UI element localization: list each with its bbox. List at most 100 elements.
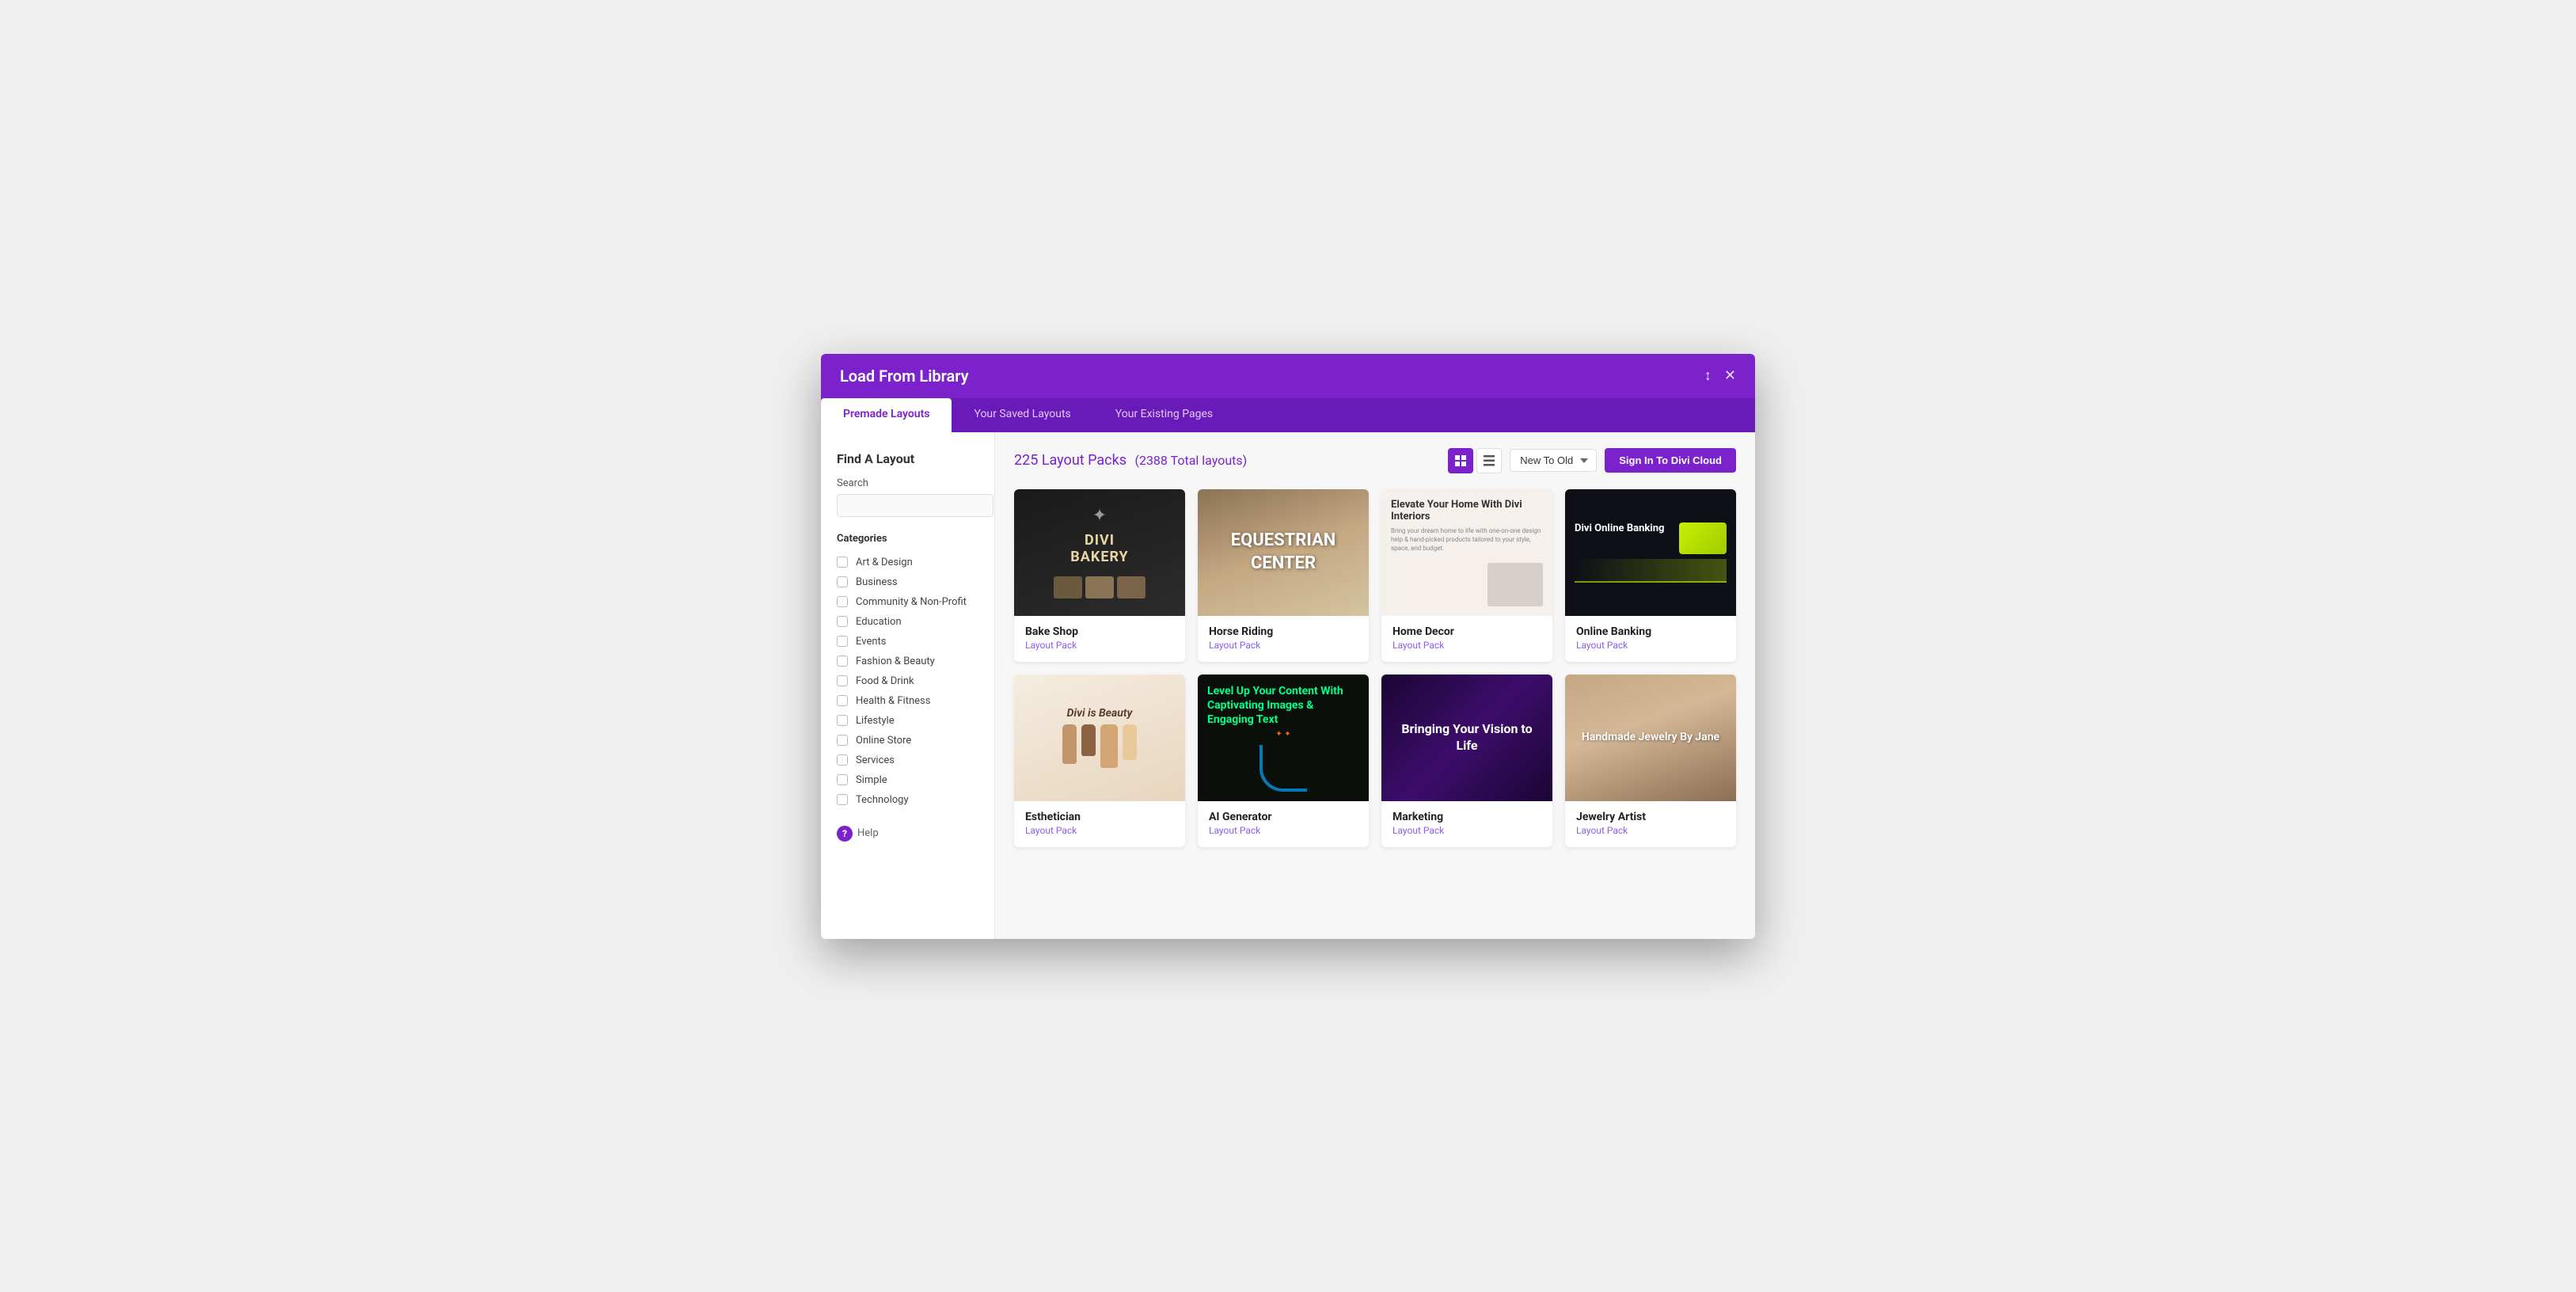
card-info-marketing: Marketing Layout Pack (1381, 801, 1552, 847)
category-simple[interactable]: Simple (837, 770, 978, 790)
search-input[interactable] (837, 494, 994, 517)
card-info-ai: AI Generator Layout Pack (1198, 801, 1369, 847)
card-type-home: Layout Pack (1392, 640, 1541, 651)
layout-card-marketing[interactable]: Bringing Your Vision to Life Marketing L… (1381, 674, 1552, 847)
card-type-ai: Layout Pack (1209, 825, 1358, 836)
help-icon: ? (837, 826, 853, 842)
card-info-horse: Horse Riding Layout Pack (1198, 616, 1369, 662)
card-name-banking: Online Banking (1576, 625, 1725, 638)
card-info-esthetician: Esthetician Layout Pack (1014, 801, 1185, 847)
card-type-horse: Layout Pack (1209, 640, 1358, 651)
card-image-bake-shop: ✦ DIVIBAKERY (1014, 489, 1185, 616)
tab-existing[interactable]: Your Existing Pages (1093, 398, 1235, 432)
home-decor-title: Elevate Your Home With Divi Interiors (1391, 499, 1543, 522)
esthetician-bottles (1062, 724, 1137, 768)
category-online-store[interactable]: Online Store (837, 731, 978, 750)
equestrian-text: EQUESTRIANCENTER (1231, 530, 1336, 575)
layout-card-esthetician[interactable]: Divi is Beauty Esthetician Layout Pack (1014, 674, 1185, 847)
card-info-jewelry: Jewelry Artist Layout Pack (1565, 801, 1736, 847)
modal-title: Load From Library (840, 367, 969, 386)
esthetician-title: Divi is Beauty (1067, 707, 1133, 720)
sort-select[interactable]: New To Old Old To New A to Z Z to A (1510, 449, 1597, 472)
card-preview-home: Elevate Your Home With Divi Interiors Br… (1381, 489, 1552, 616)
toolbar-right: New To Old Old To New A to Z Z to A Sign… (1448, 448, 1736, 473)
category-label-art: Art & Design (856, 557, 913, 568)
category-education[interactable]: Education (837, 612, 978, 632)
tab-premade[interactable]: Premade Layouts (821, 398, 952, 432)
category-label-technology: Technology (856, 794, 909, 806)
search-row: + Filter (837, 494, 978, 517)
category-checkbox-food (837, 675, 848, 686)
card-image-esthetician: Divi is Beauty (1014, 674, 1185, 801)
home-decor-desc: Bring your dream home to life with one-o… (1391, 526, 1543, 553)
category-lifestyle[interactable]: Lifestyle (837, 711, 978, 731)
category-checkbox-art (837, 557, 848, 568)
category-checkbox-services (837, 754, 848, 766)
bakery-title: DIVIBAKERY (1070, 532, 1128, 565)
card-type-banking: Layout Pack (1576, 640, 1725, 651)
layout-card-online-banking[interactable]: Divi Online Banking Online Banking Layou… (1565, 489, 1736, 662)
sign-in-cloud-button[interactable]: Sign In To Divi Cloud (1605, 448, 1736, 473)
search-label: Search (837, 477, 978, 489)
sidebar-title: Find A Layout (837, 451, 978, 466)
card-image-horse: EQUESTRIANCENTER (1198, 489, 1369, 616)
category-technology[interactable]: Technology (837, 790, 978, 810)
main-content: 225 Layout Packs (2388 Total layouts) Ne… (995, 432, 1755, 939)
category-checkbox-education (837, 616, 848, 627)
category-checkbox-simple (837, 774, 848, 785)
category-checkbox-health (837, 695, 848, 706)
layout-count-text: 225 Layout Packs (1014, 452, 1127, 469)
layout-card-home-decor[interactable]: Elevate Your Home With Divi Interiors Br… (1381, 489, 1552, 662)
help-label: Help (857, 827, 879, 839)
close-icon[interactable]: ✕ (1724, 367, 1736, 384)
category-label-events: Events (856, 636, 886, 648)
category-fashion[interactable]: Fashion & Beauty (837, 652, 978, 671)
sort-icon[interactable]: ↕ (1704, 367, 1712, 384)
jewelry-text: Handmade Jewelry By Jane (1582, 730, 1719, 746)
category-checkbox-community (837, 596, 848, 607)
ai-text: Level Up Your Content With Captivating I… (1207, 684, 1359, 728)
card-name-home: Home Decor (1392, 625, 1541, 638)
card-info-bake: Bake Shop Layout Pack (1014, 616, 1185, 662)
bank-title: Divi Online Banking (1575, 522, 1664, 536)
card-image-ai: Level Up Your Content With Captivating I… (1198, 674, 1369, 801)
layout-card-bake-shop[interactable]: ✦ DIVIBAKERY Bake Shop Layout Pack (1014, 489, 1185, 662)
category-label-services: Services (856, 754, 895, 766)
grid-view-button[interactable] (1448, 448, 1473, 473)
category-services[interactable]: Services (837, 750, 978, 770)
category-label-simple: Simple (856, 774, 887, 786)
category-checkbox-lifestyle (837, 715, 848, 726)
category-community[interactable]: Community & Non-Profit (837, 592, 978, 612)
card-name-bake: Bake Shop (1025, 625, 1174, 638)
category-checkbox-fashion (837, 656, 848, 667)
tab-saved[interactable]: Your Saved Layouts (952, 398, 1092, 432)
category-label-education: Education (856, 616, 902, 628)
card-name-ai: AI Generator (1209, 811, 1358, 823)
card-image-jewelry: Handmade Jewelry By Jane (1565, 674, 1736, 801)
ai-accent: ✦ ✦ (1275, 730, 1290, 739)
modal-body: Find A Layout Search + Filter Categories… (821, 432, 1755, 939)
category-events[interactable]: Events (837, 632, 978, 652)
card-info-banking: Online Banking Layout Pack (1565, 616, 1736, 662)
tabs-bar: Premade Layouts Your Saved Layouts Your … (821, 398, 1755, 432)
card-type-esthetician: Layout Pack (1025, 825, 1174, 836)
layout-card-horse-riding[interactable]: EQUESTRIANCENTER Horse Riding Layout Pac… (1198, 489, 1369, 662)
help-button[interactable]: ? Help (837, 826, 978, 842)
bank-chart (1575, 559, 1727, 583)
layout-card-jewelry-artist[interactable]: Handmade Jewelry By Jane Jewelry Artist … (1565, 674, 1736, 847)
category-checkbox-technology (837, 794, 848, 805)
card-name-jewelry: Jewelry Artist (1576, 811, 1725, 823)
card-name-esthetician: Esthetician (1025, 811, 1174, 823)
layout-card-ai-generator[interactable]: Level Up Your Content With Captivating I… (1198, 674, 1369, 847)
category-business[interactable]: Business (837, 572, 978, 592)
card-preview-banking: Divi Online Banking (1565, 489, 1736, 616)
categories-title: Categories (837, 533, 978, 545)
category-art-design[interactable]: Art & Design (837, 553, 978, 572)
card-image-marketing: Bringing Your Vision to Life (1381, 674, 1552, 801)
category-food[interactable]: Food & Drink (837, 671, 978, 691)
category-checkbox-business (837, 576, 848, 587)
category-health[interactable]: Health & Fitness (837, 691, 978, 711)
category-label-online-store: Online Store (856, 735, 911, 747)
list-view-button[interactable] (1476, 448, 1502, 473)
layout-count: 225 Layout Packs (2388 Total layouts) (1014, 452, 1247, 469)
